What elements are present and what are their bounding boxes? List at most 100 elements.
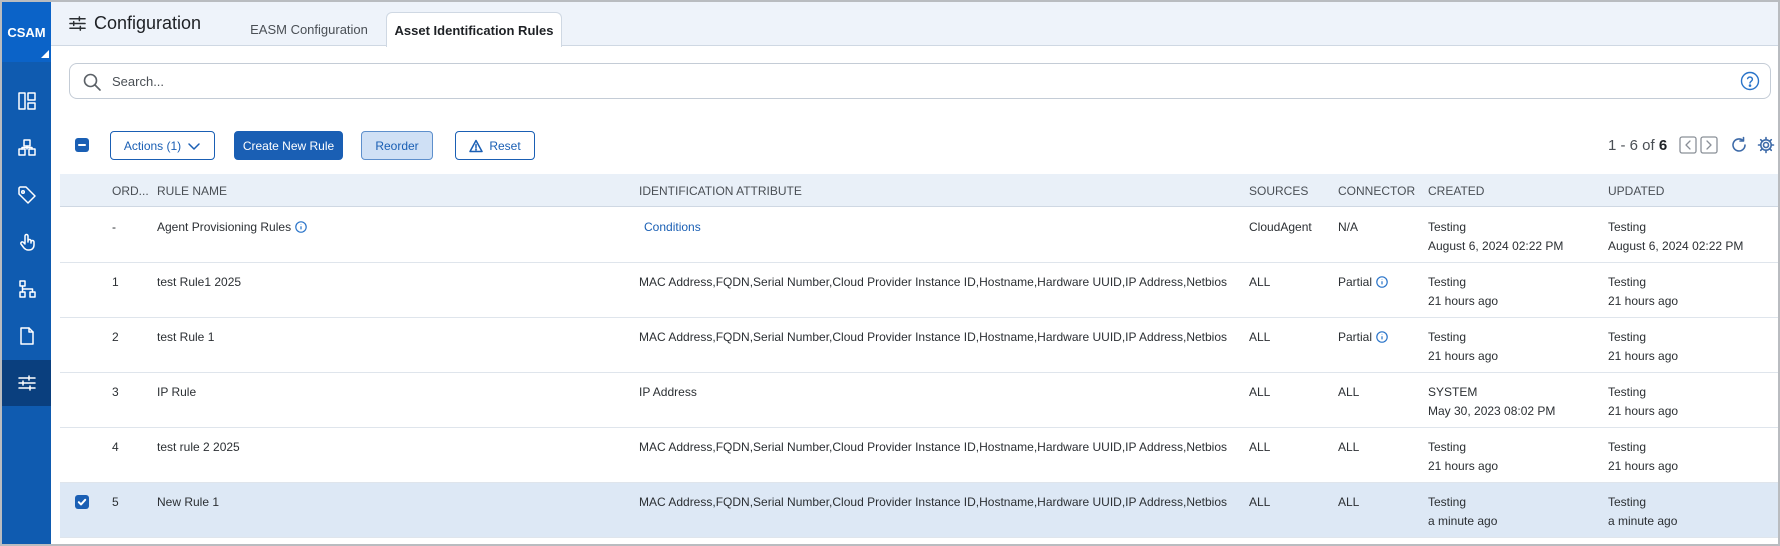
row-created-at: May 30, 2023 08:02 PM: [1428, 404, 1556, 418]
row-rule-name: Agent Provisioning Rules: [157, 218, 307, 237]
refresh-button[interactable]: [1730, 136, 1748, 154]
info-icon[interactable]: [1376, 330, 1388, 343]
row-order: 1: [112, 275, 119, 289]
chevron-right-icon: [1700, 136, 1718, 154]
row-updated-by: Testing: [1608, 440, 1647, 454]
warning-icon: [469, 139, 484, 152]
row-created: Testing a minute ago: [1428, 493, 1497, 531]
next-page-button[interactable]: [1700, 136, 1718, 154]
row-created-by: Testing: [1428, 440, 1467, 454]
sidebar-item-tags[interactable]: [2, 172, 51, 218]
pagination-info: 1 - 6 of 6: [1608, 137, 1667, 154]
row-identification-attribute: MAC Address,FQDN,Serial Number,Cloud Pro…: [639, 495, 1228, 509]
row-rule-name[interactable]: test rule 2 2025: [157, 438, 240, 457]
info-icon[interactable]: [295, 220, 307, 233]
reset-button[interactable]: Reset: [455, 131, 535, 160]
table-row[interactable]: 3 IP Rule IP Address ALL ALL SYSTEM May …: [60, 373, 1778, 428]
table-row[interactable]: 4 test rule 2 2025 MAC Address,FQDN,Seri…: [60, 428, 1778, 483]
column-header-connector[interactable]: CONNECTOR: [1338, 184, 1415, 198]
column-header-identification-attribute[interactable]: IDENTIFICATION ATTRIBUTE: [639, 184, 802, 198]
select-all-checkbox[interactable]: [75, 138, 89, 152]
table-header: ORD... RULE NAME IDENTIFICATION ATTRIBUT…: [60, 174, 1778, 207]
page-header: Configuration EASM Configuration Asset I…: [51, 2, 1778, 47]
sliders-icon: [69, 16, 86, 31]
search-icon: [82, 72, 102, 92]
row-created: Testing August 6, 2024 02:22 PM: [1428, 218, 1563, 256]
chevron-left-icon: [1679, 136, 1697, 154]
row-sources: CloudAgent: [1249, 220, 1312, 234]
reset-label: Reset: [489, 138, 521, 153]
column-header-order[interactable]: ORD...: [112, 184, 149, 198]
row-identification-attribute: MAC Address,FQDN,Serial Number,Cloud Pro…: [639, 330, 1228, 344]
create-new-rule-button[interactable]: Create New Rule: [234, 131, 343, 160]
row-created-at: 21 hours ago: [1428, 294, 1499, 308]
tab-easm-configuration[interactable]: EASM Configuration: [237, 12, 381, 47]
pagination-total: 6: [1658, 137, 1668, 154]
column-header-created[interactable]: CREATED: [1428, 184, 1484, 198]
row-order: 3: [112, 385, 119, 399]
actions-dropdown-button[interactable]: Actions (1): [110, 131, 215, 160]
row-sources: ALL: [1249, 330, 1271, 344]
network-icon: [18, 280, 36, 298]
row-checkbox[interactable]: [75, 495, 89, 509]
sidebar-item-responses[interactable]: [2, 219, 51, 265]
table-row[interactable]: - Agent Provisioning Rules Conditions Cl…: [60, 208, 1778, 263]
checkmark-icon: [77, 498, 87, 506]
refresh-icon: [1732, 136, 1746, 152]
search-input[interactable]: [110, 70, 1710, 92]
info-icon[interactable]: [1376, 275, 1388, 288]
minus-icon: [78, 144, 86, 146]
row-updated-at: 21 hours ago: [1608, 294, 1679, 308]
actions-label: Actions (1): [123, 138, 182, 153]
row-created-by: SYSTEM: [1428, 385, 1478, 399]
column-header-rule-name[interactable]: RULE NAME: [157, 184, 227, 198]
table-settings-button[interactable]: [1757, 136, 1775, 154]
table-row[interactable]: 5 New Rule 1 MAC Address,FQDN,Serial Num…: [60, 483, 1778, 538]
row-updated-at: 21 hours ago: [1608, 349, 1679, 363]
row-rule-name[interactable]: IP Rule: [157, 383, 196, 402]
reorder-button[interactable]: Reorder: [361, 131, 433, 160]
inventory-icon: [17, 139, 36, 156]
column-header-updated[interactable]: UPDATED: [1608, 184, 1664, 198]
sidebar-item-network[interactable]: [2, 266, 51, 312]
row-rule-name[interactable]: test Rule1 2025: [157, 273, 241, 292]
sliders-icon: [17, 375, 36, 391]
row-updated-at: a minute ago: [1608, 514, 1678, 528]
row-order: 4: [112, 440, 119, 454]
column-header-sources[interactable]: SOURCES: [1249, 184, 1308, 198]
table-row[interactable]: 1 test Rule1 2025 MAC Address,FQDN,Seria…: [60, 263, 1778, 318]
row-connector: N/A: [1338, 220, 1359, 234]
row-sources: ALL: [1249, 495, 1271, 509]
sidebar-item-inventory[interactable]: [2, 125, 51, 171]
row-sources: ALL: [1249, 385, 1271, 399]
row-updated: Testing 21 hours ago: [1608, 328, 1678, 366]
row-updated-by: Testing: [1608, 220, 1647, 234]
sidebar-item-reports[interactable]: [2, 313, 51, 359]
tab-asset-identification-rules[interactable]: Asset Identification Rules: [386, 12, 562, 47]
help-icon[interactable]: [1740, 71, 1760, 91]
sidebar: CSAM: [2, 2, 51, 544]
previous-page-button[interactable]: [1679, 136, 1697, 154]
sidebar-item-dashboard[interactable]: [2, 78, 51, 124]
row-order: 2: [112, 330, 119, 344]
row-created-at: August 6, 2024 02:22 PM: [1428, 239, 1564, 253]
brand-name: CSAM: [7, 24, 46, 40]
sidebar-item-configuration[interactable]: [2, 360, 51, 406]
brand-logo[interactable]: CSAM: [2, 2, 51, 62]
row-updated-at: August 6, 2024 02:22 PM: [1608, 239, 1744, 253]
row-identification-attribute: MAC Address,FQDN,Serial Number,Cloud Pro…: [639, 275, 1228, 289]
pagination-range: 1 - 6 of: [1608, 137, 1655, 154]
table-row[interactable]: 2 test Rule 1 MAC Address,FQDN,Serial Nu…: [60, 318, 1778, 373]
row-rule-name[interactable]: test Rule 1: [157, 328, 214, 347]
row-updated-at: 21 hours ago: [1608, 459, 1679, 473]
row-rule-name[interactable]: New Rule 1: [157, 493, 219, 512]
row-updated: Testing August 6, 2024 02:22 PM: [1608, 218, 1743, 256]
row-identification-attribute: MAC Address,FQDN,Serial Number,Cloud Pro…: [639, 440, 1228, 454]
brand-menu-corner-icon: [41, 50, 49, 58]
row-updated-by: Testing: [1608, 385, 1647, 399]
row-conditions-link[interactable]: Conditions: [644, 218, 701, 237]
row-created-by: Testing: [1428, 220, 1467, 234]
row-updated-by: Testing: [1608, 495, 1647, 509]
row-connector-text: Partial: [1338, 330, 1373, 344]
row-updated-at: 21 hours ago: [1608, 404, 1679, 418]
